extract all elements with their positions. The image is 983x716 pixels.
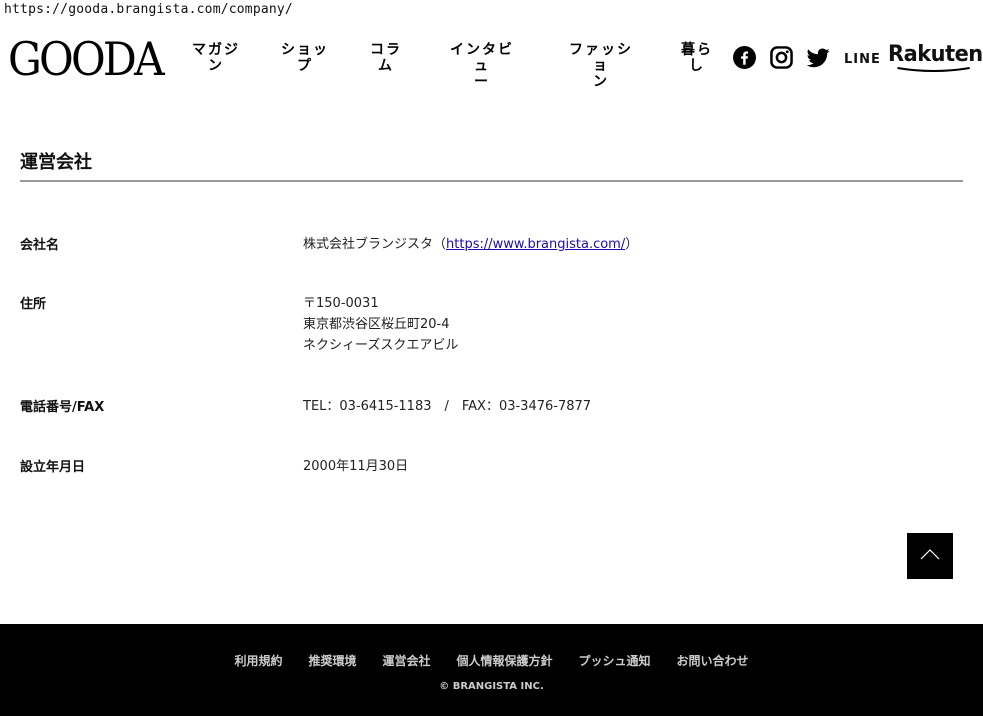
facebook-icon[interactable] — [733, 46, 756, 69]
nav-item-shop[interactable]: ショッ プ — [281, 42, 329, 74]
nav-item-magazine[interactable]: マガジ ン — [192, 42, 240, 74]
established-value: 2000年11月30日 — [303, 459, 409, 474]
site-footer: 利用規約 推奨環境 運営会社 個人情報保護方針 プッシュ通知 お問い合わせ © BRANG… — [0, 624, 983, 716]
footer-link-contact[interactable]: お問い合わせ — [677, 652, 749, 669]
phone-fax-value: TEL：03-6415-1183 / FAX：03-3476-7877 — [303, 399, 592, 414]
nav-item-fashion[interactable]: ファッショ ン — [562, 42, 640, 90]
company-name-value: 株式会社ブランジスタ（https://www.brangista.com/） — [303, 237, 639, 252]
address-bar-url[interactable]: https://gooda.brangista.com/company/ — [4, 2, 293, 17]
rakuten-link[interactable]: Rakuten — [888, 42, 983, 72]
site-header: GOODA マガジ ン ショッ プ コラ ム インタビュ ー ファッショ ン 暮… — [0, 30, 983, 90]
footer-links: 利用規約 推奨環境 運営会社 個人情報保護方針 プッシュ通知 お問い合わせ — [0, 650, 983, 669]
footer-link-company[interactable]: 運営会社 — [382, 652, 430, 669]
rakuten-label: Rakuten — [888, 42, 983, 67]
footer-link-environment[interactable]: 推奨環境 — [308, 652, 356, 669]
back-to-top-button[interactable] — [907, 533, 953, 579]
nav-item-column[interactable]: コラ ム — [370, 42, 402, 74]
address-postal-code: 〒150-0031 — [303, 296, 379, 311]
footer-link-terms[interactable]: 利用規約 — [234, 652, 282, 669]
main-content: 運営会社 会社名 株式会社ブランジスタ（https://www.brangist… — [20, 150, 963, 475]
nav-item-interview[interactable]: インタビュ ー — [443, 42, 521, 90]
address-value: 〒150-0031 東京都渋谷区桜丘町20-4 ネクシィーズスクエアビル — [303, 293, 458, 356]
address-building: ネクシィーズスクエアビル — [303, 338, 459, 353]
footer-link-privacy[interactable]: 個人情報保護方針 — [457, 652, 553, 669]
twitter-icon[interactable] — [807, 48, 830, 68]
brangista-link[interactable]: https://www.brangista.com/ — [446, 237, 625, 252]
copyright: © BRANGISTA INC. — [439, 681, 544, 692]
established-label: 設立年月日 — [20, 460, 86, 475]
company-name-label: 会社名 — [20, 238, 60, 253]
rakuten-swoosh-icon — [897, 67, 970, 72]
address-label: 住所 — [20, 297, 47, 312]
chevron-up-icon — [920, 549, 940, 560]
nav-item-lifestyle[interactable]: 暮ら し — [681, 42, 713, 74]
page-title: 運営会社 — [20, 150, 963, 182]
main-nav: マガジ ン ショッ プ コラ ム インタビュ ー ファッショ ン 暮ら し — [0, 42, 983, 90]
address-street: 東京都渋谷区桜丘町20-4 — [303, 317, 450, 332]
footer-link-push[interactable]: プッシュ通知 — [579, 652, 651, 669]
instagram-icon[interactable] — [770, 46, 793, 69]
line-link[interactable]: LINE — [844, 52, 881, 67]
phone-fax-label: 電話番号/FAX — [20, 400, 105, 415]
